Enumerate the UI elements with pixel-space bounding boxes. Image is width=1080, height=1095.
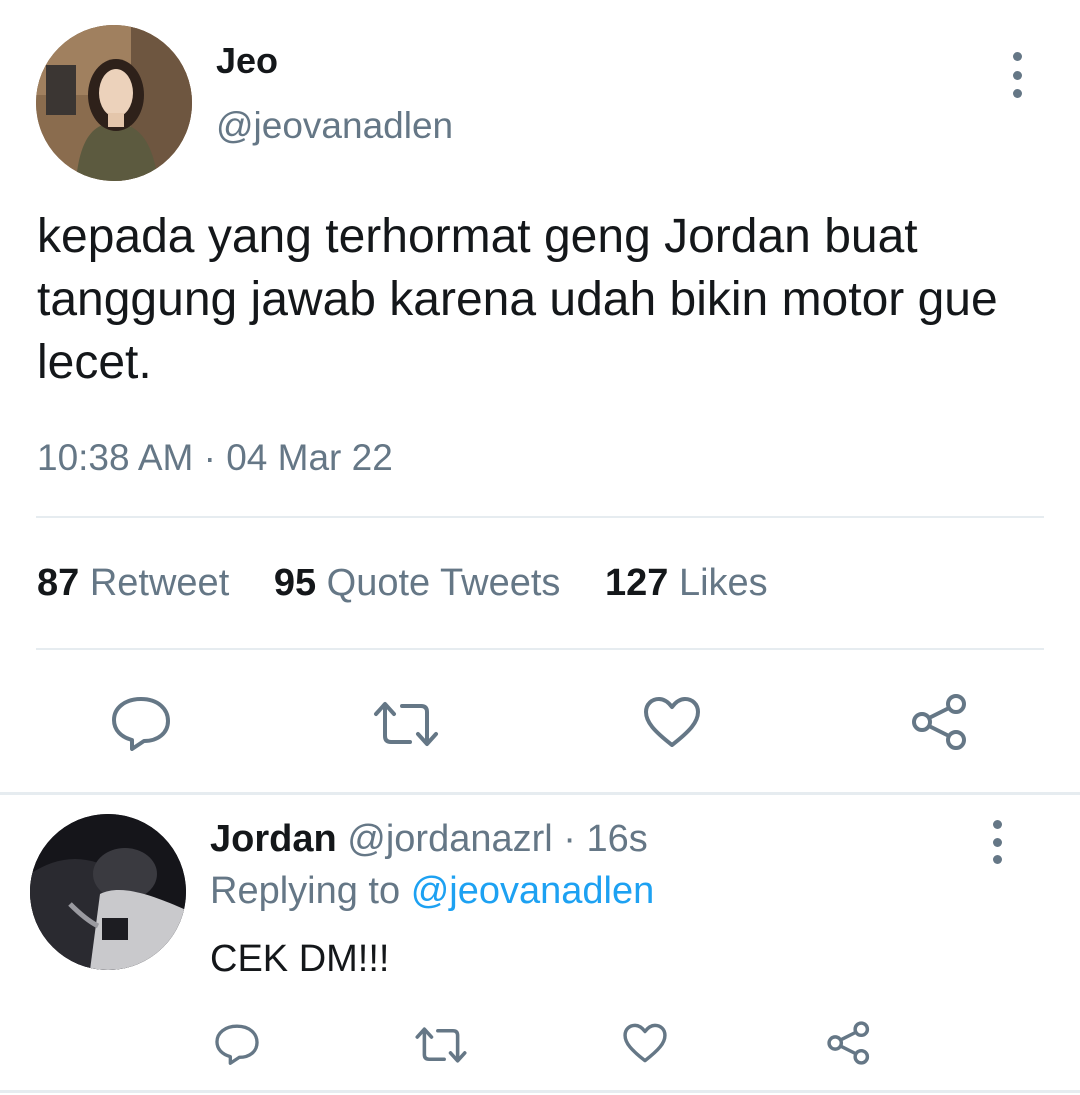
reply-icon[interactable] bbox=[214, 1022, 260, 1066]
reply-icon[interactable] bbox=[110, 695, 172, 751]
share-icon[interactable] bbox=[826, 1020, 872, 1066]
tweet-detail-screen: Jeo @jeovanadlen kepada yang terhormat g… bbox=[0, 0, 1080, 1095]
reply-text: CEK DM!!! bbox=[210, 938, 390, 980]
quotes-label: Quote Tweets bbox=[326, 562, 561, 604]
author-avatar[interactable] bbox=[36, 25, 192, 181]
quotes-count: 95 bbox=[273, 562, 317, 604]
reply-header: Jordan @jordanazrl · 16s bbox=[210, 818, 648, 861]
reply-time: 16s bbox=[586, 818, 648, 860]
bottom-divider bbox=[0, 1090, 1080, 1093]
likes-stat[interactable]: 127 Likes bbox=[605, 562, 768, 604]
more-options-icon[interactable] bbox=[1000, 52, 1034, 98]
divider bbox=[36, 516, 1044, 518]
reply-author-handle[interactable]: @jordanazrl bbox=[347, 818, 552, 860]
retweets-label: Retweet bbox=[89, 562, 230, 604]
dot bbox=[992, 855, 1002, 864]
likes-label: Likes bbox=[678, 562, 768, 604]
share-icon[interactable] bbox=[910, 692, 970, 752]
retweet-icon[interactable] bbox=[414, 1026, 468, 1064]
replying-to-label: Replying to bbox=[210, 870, 401, 912]
separator: · bbox=[563, 818, 576, 860]
dot bbox=[1012, 89, 1022, 98]
like-icon[interactable] bbox=[642, 695, 702, 749]
retweet-icon[interactable] bbox=[372, 700, 440, 748]
quotes-stat[interactable]: 95 Quote Tweets bbox=[274, 562, 571, 604]
dot bbox=[992, 820, 1002, 829]
tweet-text: kepada yang terhormat geng Jordan buat t… bbox=[37, 210, 998, 389]
divider bbox=[36, 648, 1044, 650]
avatar-photo bbox=[30, 814, 186, 970]
dot bbox=[1012, 70, 1022, 80]
like-icon[interactable] bbox=[622, 1022, 668, 1064]
replying-to-handle[interactable]: @jeovanadlen bbox=[411, 870, 655, 912]
dot bbox=[1012, 52, 1022, 61]
avatar-photo bbox=[36, 25, 192, 181]
dot bbox=[992, 837, 1002, 847]
replying-to-line: Replying to @jeovanadlen bbox=[210, 870, 654, 913]
likes-count: 127 bbox=[605, 562, 669, 604]
section-divider bbox=[0, 792, 1080, 795]
author-name[interactable]: Jeo bbox=[216, 40, 278, 82]
tweet-timestamp[interactable]: 10:38 AM · 04 Mar 22 bbox=[37, 437, 393, 479]
reply-author-name[interactable]: Jordan bbox=[210, 818, 337, 860]
more-options-icon[interactable] bbox=[980, 820, 1014, 864]
tweet-stats: 87 Retweet 95 Quote Tweets 127 Likes bbox=[37, 562, 802, 605]
retweets-stat[interactable]: 87 Retweet bbox=[37, 562, 240, 604]
author-handle[interactable]: @jeovanadlen bbox=[216, 105, 453, 147]
reply-author-avatar[interactable] bbox=[30, 814, 186, 970]
retweets-count: 87 bbox=[37, 562, 80, 604]
